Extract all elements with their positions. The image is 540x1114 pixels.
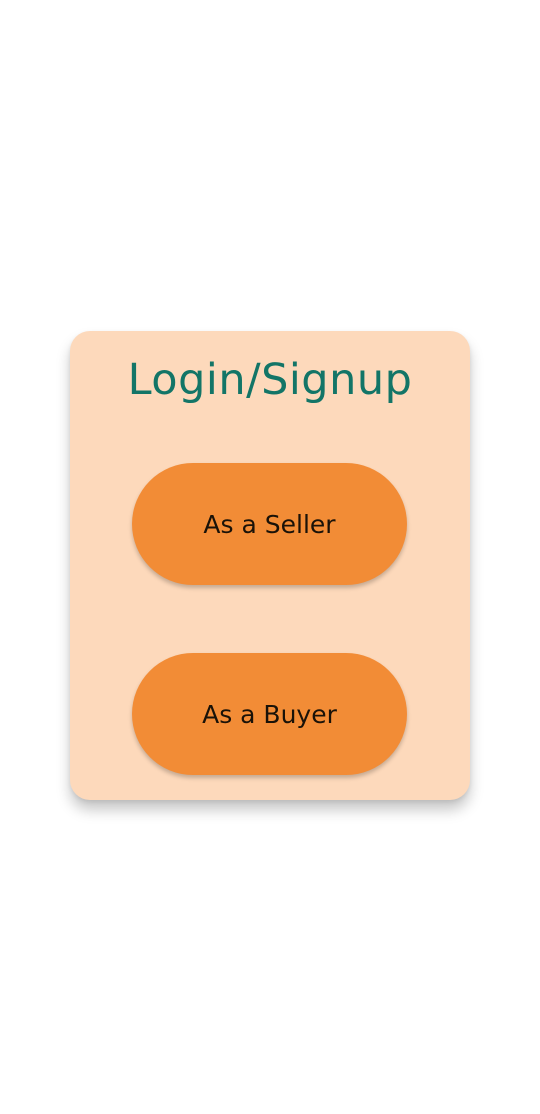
login-signup-card: Login/Signup As a Seller As a Buyer	[70, 331, 470, 800]
seller-login-button[interactable]: As a Seller	[132, 463, 407, 585]
buyer-login-button[interactable]: As a Buyer	[132, 653, 407, 775]
page-title: Login/Signup	[127, 355, 413, 405]
app-screen: Login/Signup As a Seller As a Buyer	[0, 0, 540, 1114]
